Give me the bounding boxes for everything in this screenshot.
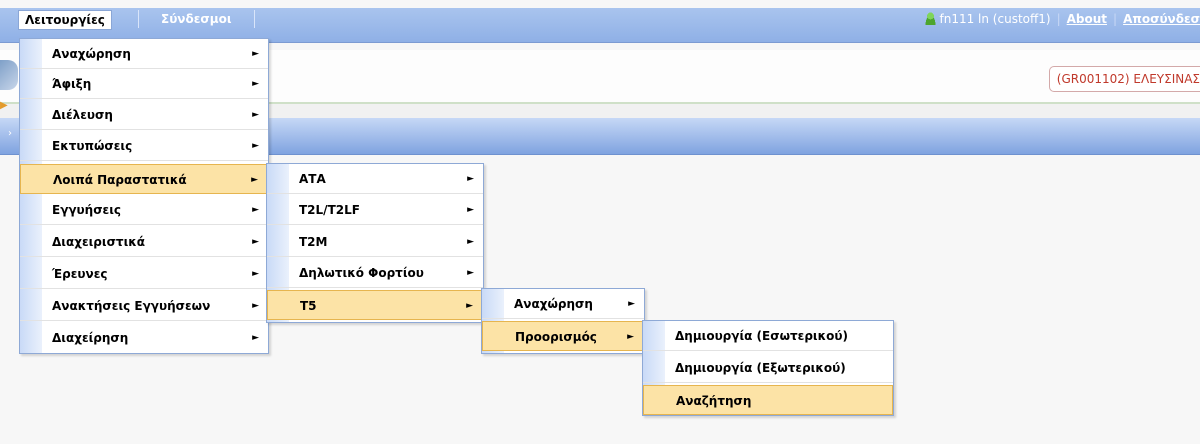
chevron-right-icon: ►: [467, 174, 474, 184]
chevron-right-icon: ►: [252, 237, 259, 247]
menu-functions[interactable]: Λειτουργίες: [18, 10, 112, 30]
menu-item-management[interactable]: Διαχείρηση ►: [20, 323, 268, 353]
breadcrumb-arrow-icon: ▶: [0, 100, 8, 111]
chevron-right-icon: ►: [467, 268, 474, 278]
chevron-right-icon: ►: [252, 333, 259, 343]
office-badge: (GR001102) ΕΛΕΥΣΙΝΑΣ: [1048, 66, 1200, 92]
menu-item-administrative[interactable]: Διαχειριστικά ►: [20, 227, 268, 257]
chevron-right-icon: ►: [627, 332, 634, 342]
user-icon: [923, 12, 937, 25]
destination-submenu: Δημιουργία (Εσωτερικού) Δημιουργία (Εξωτ…: [642, 320, 894, 416]
app-logo-icon: [0, 60, 18, 90]
menu-item-arrival[interactable]: Άφιξη ►: [20, 69, 268, 99]
menu-item-departure[interactable]: Αναχώρηση ►: [20, 39, 268, 69]
t5-submenu: Αναχώρηση ► Προορισμός ►: [481, 288, 645, 354]
menu-links[interactable]: Σύνδεσμοι: [138, 10, 255, 28]
chevron-right-icon: ►: [252, 141, 259, 151]
menu-item-t5[interactable]: T5 ►: [267, 290, 483, 320]
menu-item-t2m[interactable]: T2M ►: [267, 227, 483, 257]
chevron-right-icon: ►: [467, 205, 474, 215]
functions-menu: Αναχώρηση ► Άφιξη ► Διέλευση ► Εκτυπώσεις ► …: [19, 38, 269, 354]
chevron-right-icon: ►: [252, 79, 259, 89]
band-arrow-icon: ›: [8, 128, 12, 139]
chevron-right-icon: ►: [252, 269, 259, 279]
chevron-right-icon: ►: [628, 299, 635, 309]
menu-item-cargo-manifest[interactable]: Δηλωτικό Φορτίου ►: [267, 258, 483, 288]
menu-item-investigations[interactable]: Έρευνες ►: [20, 259, 268, 289]
menu-item-transit[interactable]: Διέλευση ►: [20, 100, 268, 130]
chevron-right-icon: ►: [252, 205, 259, 215]
menu-item-guarantee-recoveries[interactable]: Ανακτήσεις Εγγυήσεων ►: [20, 291, 268, 321]
other-documents-submenu: ΑΤΑ ► T2L/T2LF ► T2M ► Δηλωτικό Φορτίου ► T5…: [266, 163, 484, 323]
menu-item-prints[interactable]: Εκτυπώσεις ►: [20, 131, 268, 161]
chevron-right-icon: ►: [251, 175, 258, 185]
menu-item-create-domestic[interactable]: Δημιουργία (Εσωτερικού): [643, 321, 893, 351]
menu-item-search[interactable]: Αναζήτηση: [643, 385, 893, 415]
chevron-right-icon: ►: [252, 110, 259, 120]
chevron-right-icon: ►: [252, 301, 259, 311]
menu-item-ata[interactable]: ΑΤΑ ►: [267, 164, 483, 194]
menu-item-other-documents[interactable]: Λοιπά Παραστατικά ►: [20, 164, 268, 194]
menu-item-t5-departure[interactable]: Αναχώρηση ►: [482, 289, 644, 319]
menu-item-t2l[interactable]: T2L/T2LF ►: [267, 195, 483, 225]
menu-item-guarantees[interactable]: Εγγυήσεις ►: [20, 195, 268, 225]
about-link[interactable]: About: [1067, 12, 1107, 26]
chevron-right-icon: ►: [252, 49, 259, 59]
chevron-right-icon: ►: [467, 237, 474, 247]
menu-item-destination[interactable]: Προορισμός ►: [482, 321, 644, 351]
logout-link[interactable]: Αποσύνδεσ: [1123, 12, 1200, 26]
user-name: fn111 ln (custoff1): [939, 12, 1051, 26]
user-area: fn111 ln (custoff1) | About | Αποσύνδεσ: [923, 10, 1200, 28]
menu-item-create-foreign[interactable]: Δημιουργία (Εξωτερικού): [643, 353, 893, 383]
chevron-right-icon: ►: [466, 301, 473, 311]
